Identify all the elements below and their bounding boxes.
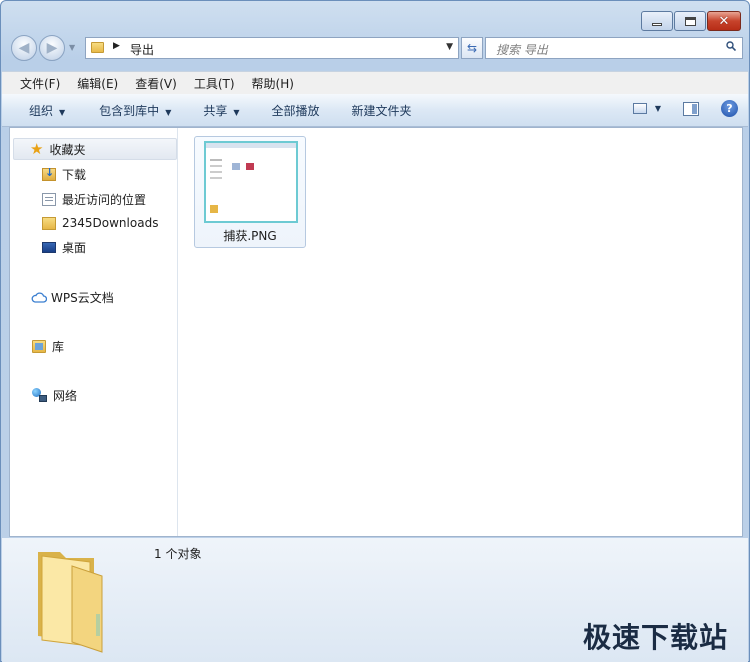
sidebar-item-recent-places[interactable]: 最近访问的位置 (42, 189, 146, 209)
menu-tools[interactable]: 工具(T) (192, 75, 242, 92)
file-name: 捕获.PNG (223, 229, 277, 243)
watermark-logo: 极速下载站 (582, 621, 728, 654)
refresh-button[interactable]: ⇆ (461, 37, 483, 59)
sidebar-item-label: 收藏夹 (49, 142, 86, 157)
chevron-down-icon: ▼ (233, 107, 240, 117)
address-bar[interactable]: ▶ 导出 ▼ (85, 37, 459, 59)
sidebar-item-label: 最近访问的位置 (62, 192, 147, 207)
details-pane: 1 个对象 极速下载站 (2, 538, 748, 662)
sidebar-item-library[interactable]: 库 (32, 336, 64, 356)
refresh-icon: ⇆ (466, 41, 478, 55)
organize-button[interactable]: 组织 ▼ (19, 102, 75, 119)
view-controls: ▼ ? (632, 100, 738, 117)
back-arrow-icon: ◀ (18, 40, 30, 56)
network-icon (32, 388, 47, 402)
desktop-icon (42, 241, 56, 253)
sidebar-item-2345downloads[interactable]: 2345Downloads (42, 213, 158, 233)
sidebar-item-network[interactable]: 网络 (32, 385, 77, 405)
menu-view[interactable]: 查看(V) (133, 75, 184, 92)
star-icon: ★ (30, 139, 44, 158)
library-icon (32, 339, 46, 353)
menu-edit[interactable]: 编辑(E) (75, 75, 125, 92)
image-thumbnail (204, 141, 298, 223)
menu-file[interactable]: 文件(F) (2, 75, 67, 92)
explorer-window: ✕ ◀ ▶ ▼ ▶ 导出 ▼ ⇆ 搜索 导出 文件(F) 编辑(E) 查看(V)… (0, 0, 750, 662)
file-item[interactable]: 捕获.PNG (194, 136, 306, 248)
large-folder-icon (38, 552, 103, 653)
sidebar-item-wps-cloud[interactable]: WPS云文档 (31, 287, 114, 307)
include-in-library-button[interactable]: 包含到库中 ▼ (89, 102, 181, 119)
maximize-icon (684, 16, 696, 26)
back-button[interactable]: ◀ (11, 35, 37, 61)
close-button[interactable]: ✕ (707, 11, 741, 31)
navigation-pane: ★ 收藏夹 下载 最近访问的位置 2345Downloads 桌面 (10, 128, 178, 536)
folder-icon (91, 42, 104, 53)
sidebar-item-label: 桌面 (62, 240, 87, 255)
sidebar-item-label: 库 (52, 339, 65, 354)
menu-help[interactable]: 帮助(H) (250, 75, 301, 92)
cloud-icon (31, 291, 47, 303)
search-icon[interactable] (726, 41, 736, 51)
change-view-icon[interactable] (632, 103, 647, 114)
forward-button[interactable]: ▶ (39, 35, 65, 61)
minimize-button[interactable] (641, 11, 673, 31)
sidebar-item-favorites[interactable]: ★ 收藏夹 (30, 139, 85, 159)
forward-arrow-icon: ▶ (46, 40, 58, 56)
include-in-library-label: 包含到库中 (99, 103, 160, 118)
downloads-folder-icon (42, 166, 56, 181)
navigation-bar: ◀ ▶ ▼ ▶ 导出 ▼ ⇆ 搜索 导出 (11, 35, 743, 63)
address-dropdown-icon[interactable]: ▼ (446, 42, 453, 52)
menu-bar: 文件(F) 编辑(E) 查看(V) 工具(T) 帮助(H) (2, 71, 748, 94)
organize-label: 组织 (29, 103, 54, 118)
sidebar-item-downloads[interactable]: 下载 (42, 164, 86, 184)
sidebar-item-desktop[interactable]: 桌面 (42, 237, 86, 257)
command-bar: 组织 ▼ 包含到库中 ▼ 共享 ▼ 全部播放 新建文件夹 ▼ ? (2, 94, 748, 127)
chevron-down-icon: ▼ (165, 107, 172, 117)
breadcrumb-arrow-icon[interactable]: ▶ (113, 41, 120, 51)
play-all-button[interactable]: 全部播放 (262, 102, 330, 119)
share-button[interactable]: 共享 ▼ (193, 102, 249, 119)
sidebar-item-label: WPS云文档 (51, 290, 114, 305)
breadcrumb-segment[interactable]: 导出 (130, 41, 154, 58)
share-label: 共享 (203, 103, 228, 118)
search-placeholder[interactable]: 搜索 导出 (496, 41, 548, 58)
minimize-icon (652, 22, 662, 26)
content-area: ★ 收藏夹 下载 最近访问的位置 2345Downloads 桌面 (9, 127, 743, 537)
folder-icon (42, 216, 56, 230)
maximize-button[interactable] (674, 11, 706, 31)
view-options-dropdown-icon[interactable]: ▼ (655, 104, 661, 113)
new-folder-button[interactable]: 新建文件夹 (342, 102, 422, 119)
recent-pages-dropdown[interactable]: ▼ (69, 43, 75, 52)
sidebar-item-label: 2345Downloads (62, 216, 159, 230)
help-icon[interactable]: ? (721, 100, 738, 117)
sidebar-item-label: 网络 (53, 388, 78, 403)
close-icon: ✕ (718, 13, 730, 29)
chevron-down-icon: ▼ (59, 107, 66, 117)
item-count: 1 个对象 (154, 547, 202, 561)
sidebar-item-label: 下载 (62, 167, 87, 182)
preview-pane-icon[interactable] (683, 101, 699, 116)
window-caption-buttons: ✕ (640, 11, 741, 31)
search-box[interactable]: 搜索 导出 (485, 37, 743, 59)
recent-places-icon (42, 192, 56, 206)
